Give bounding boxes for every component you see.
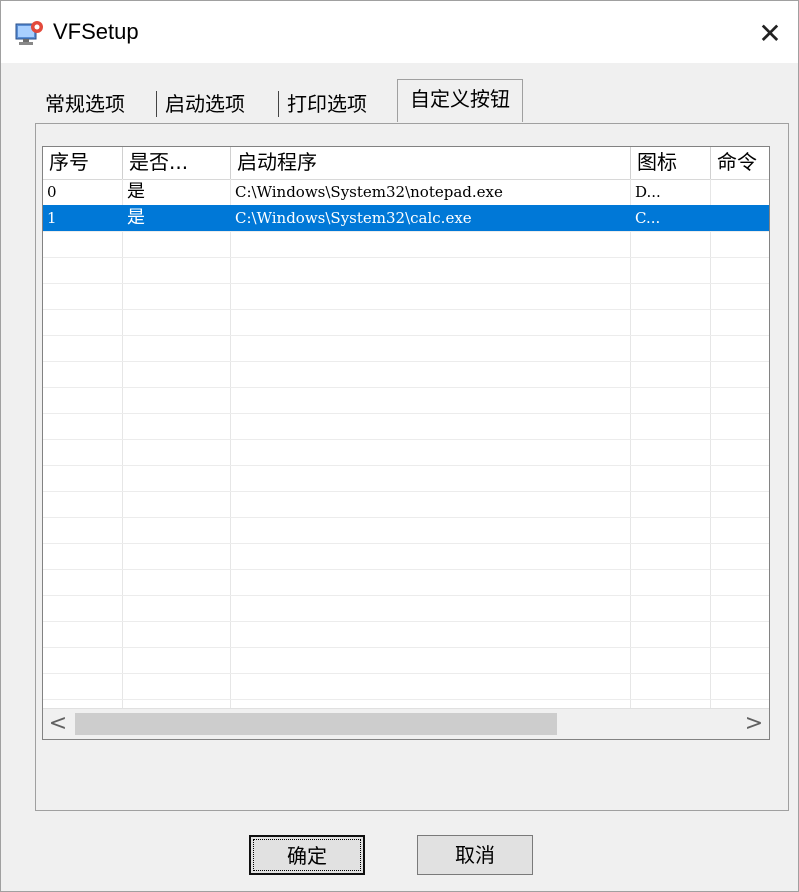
row-gridline	[43, 439, 769, 440]
row-gridline	[43, 543, 769, 544]
row-gridline	[43, 361, 769, 362]
col-header-command[interactable]: 命令	[711, 147, 769, 179]
tab-panel: 序号 是否... 启动程序 图标 命令 0 是 C:\Windows\System3…	[35, 123, 789, 811]
title-bar: VFSetup ✕	[1, 1, 798, 63]
tab-separator	[278, 91, 279, 117]
list-rows: 0 是 C:\Windows\System32\notepad.exe D... 1 是 C…	[43, 179, 769, 231]
list-row[interactable]: 0 是 C:\Windows\System32\notepad.exe D...	[43, 179, 769, 205]
app-computer-icon	[15, 19, 45, 47]
col-header-program[interactable]: 启动程序	[231, 147, 631, 179]
row-gridline	[43, 387, 769, 388]
scroll-thumb[interactable]	[75, 713, 557, 735]
close-button[interactable]: ✕	[750, 13, 790, 53]
list-header: 序号 是否... 启动程序 图标 命令	[43, 147, 769, 180]
row-gridline	[43, 647, 769, 648]
scroll-right-arrow-icon[interactable]: >	[739, 709, 769, 739]
window-title: VFSetup	[53, 19, 139, 44]
row-gridline	[43, 569, 769, 570]
cell-command	[711, 179, 769, 205]
tab-separator	[156, 91, 157, 117]
col-header-enabled[interactable]: 是否...	[123, 147, 231, 179]
program-list[interactable]: 序号 是否... 启动程序 图标 命令 0 是 C:\Windows\System3…	[42, 146, 770, 740]
cell-icon: C...	[635, 209, 661, 227]
cell-index: 0	[47, 183, 57, 201]
row-gridline	[43, 283, 769, 284]
tab-startup[interactable]: 启动选项	[161, 89, 249, 119]
row-gridline	[43, 517, 769, 518]
row-gridline	[43, 673, 769, 674]
dialog-window: VFSetup ✕ 序号 是否... 启动程序 图标 命令 0 是 C:\Windo…	[0, 0, 799, 892]
horizontal-scrollbar[interactable]: < >	[43, 708, 769, 739]
row-gridline	[43, 335, 769, 336]
col-header-icon[interactable]: 图标	[631, 147, 711, 179]
col-header-index[interactable]: 序号	[43, 147, 123, 179]
cell-command	[711, 205, 769, 231]
cancel-button[interactable]: 取消	[417, 835, 533, 875]
row-gridline	[43, 309, 769, 310]
row-gridline	[43, 231, 769, 232]
close-icon: ✕	[758, 16, 782, 50]
tab-general[interactable]: 常规选项	[41, 89, 129, 119]
tab-custom-buttons[interactable]: 自定义按钮	[397, 79, 523, 122]
cell-enabled: 是	[127, 181, 145, 202]
row-gridline	[43, 699, 769, 700]
row-gridline	[43, 413, 769, 414]
row-gridline	[43, 491, 769, 492]
ok-button[interactable]: 确定	[249, 835, 365, 875]
cell-program: C:\Windows\System32\calc.exe	[235, 209, 472, 227]
grid-lines	[43, 179, 769, 739]
row-gridline	[43, 595, 769, 596]
cell-program: C:\Windows\System32\notepad.exe	[235, 183, 503, 201]
cell-icon: D...	[635, 183, 661, 201]
cell-enabled: 是	[127, 207, 145, 228]
tab-print[interactable]: 打印选项	[283, 89, 371, 119]
row-gridline	[43, 257, 769, 258]
cell-index: 1	[47, 209, 57, 227]
list-row[interactable]: 1 是 C:\Windows\System32\calc.exe C...	[43, 205, 769, 231]
scroll-left-arrow-icon[interactable]: <	[43, 709, 73, 739]
row-gridline	[43, 465, 769, 466]
row-gridline	[43, 621, 769, 622]
